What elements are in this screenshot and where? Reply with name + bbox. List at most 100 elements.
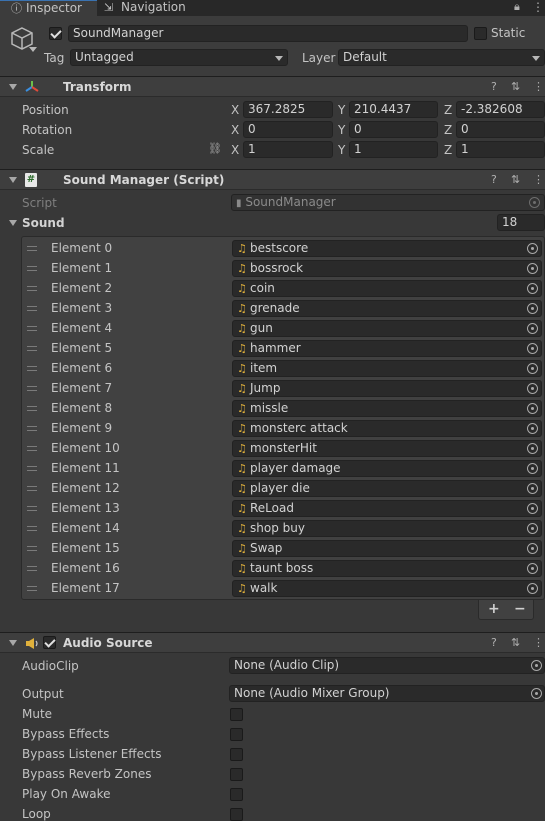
drag-handle-icon[interactable] [27, 346, 37, 351]
object-picker-icon[interactable] [527, 263, 538, 274]
menu-icon[interactable]: ⋮ [532, 0, 544, 14]
drag-handle-icon[interactable] [27, 406, 37, 411]
object-picker-icon[interactable] [527, 283, 538, 294]
audio-source-header[interactable]: Audio Source ? ⇅ ⋮ [0, 632, 545, 653]
foldout-arrow-icon[interactable] [9, 640, 17, 646]
audio-clip-field[interactable]: ♫ bossrock [232, 260, 542, 277]
object-picker-icon[interactable] [527, 363, 538, 374]
context-menu-icon[interactable]: ⋮ [533, 173, 544, 186]
presets-icon[interactable]: ⇅ [511, 636, 520, 649]
audioclip-field[interactable]: None (Audio Clip) [229, 657, 545, 674]
drag-handle-icon[interactable] [27, 246, 37, 251]
drag-handle-icon[interactable] [27, 486, 37, 491]
audio-clip-field[interactable]: ♫ missle [232, 400, 542, 417]
foldout-arrow-icon[interactable] [9, 84, 17, 90]
object-picker-icon[interactable] [527, 243, 538, 254]
rotation-x-field[interactable]: 0 [243, 121, 333, 138]
audio-clip-field[interactable]: ♫ shop buy [232, 520, 542, 537]
loop-checkbox[interactable] [230, 808, 243, 821]
presets-icon[interactable]: ⇅ [511, 80, 520, 93]
audio-clip-field[interactable]: ♫ Swap [232, 540, 542, 557]
drag-handle-icon[interactable] [27, 426, 37, 431]
audio-clip-field[interactable]: ♫ gun [232, 320, 542, 337]
tag-dropdown[interactable]: Untagged [70, 49, 288, 66]
audio-clip-field[interactable]: ♫ monsterc attack [232, 420, 542, 437]
drag-handle-icon[interactable] [27, 286, 37, 291]
object-picker-icon[interactable] [527, 463, 538, 474]
drag-handle-icon[interactable] [27, 506, 37, 511]
scale-y-field[interactable]: 1 [349, 141, 438, 158]
bypass-reverb-zones-checkbox[interactable] [230, 768, 243, 781]
drag-handle-icon[interactable] [27, 306, 37, 311]
add-element-button[interactable]: + [488, 601, 500, 617]
drag-handle-icon[interactable] [27, 466, 37, 471]
object-picker-icon[interactable] [527, 403, 538, 414]
audio-clip-field[interactable]: ♫ ReLoad [232, 500, 542, 517]
sound-manager-header[interactable]: # Sound Manager (Script) ? ⇅ ⋮ [0, 169, 545, 190]
scale-x-field[interactable]: 1 [243, 141, 333, 158]
object-picker-icon[interactable] [527, 443, 538, 454]
presets-icon[interactable]: ⇅ [511, 173, 520, 186]
object-picker-icon[interactable] [531, 688, 542, 699]
tab-navigation[interactable]: ⇲ Navigation [100, 0, 210, 16]
audio-clip-field[interactable]: ♫ player damage [232, 460, 542, 477]
object-picker-icon[interactable] [527, 563, 538, 574]
audio-clip-field[interactable]: ♫ Jump [232, 380, 542, 397]
object-picker-icon[interactable] [527, 543, 538, 554]
audio-clip-field[interactable]: ♫ hammer [232, 340, 542, 357]
link-icon[interactable]: ⛓︎ [208, 142, 222, 155]
object-picker-icon[interactable] [527, 523, 538, 534]
audio-clip-field[interactable]: ♫ coin [232, 280, 542, 297]
object-picker-icon[interactable] [527, 423, 538, 434]
drag-handle-icon[interactable] [27, 326, 37, 331]
sound-foldout-arrow-icon[interactable] [9, 220, 17, 226]
drag-handle-icon[interactable] [27, 266, 37, 271]
drag-handle-icon[interactable] [27, 446, 37, 451]
audio-clip-field[interactable]: ♫ player die [232, 480, 542, 497]
position-x-field[interactable]: 367.2825 [243, 101, 333, 118]
drag-handle-icon[interactable] [27, 366, 37, 371]
bypass-listener-effects-checkbox[interactable] [230, 748, 243, 761]
lock-icon[interactable]: 🔒︎ [514, 0, 520, 14]
audio-clip-field[interactable]: ♫ monsterHit [232, 440, 542, 457]
object-picker-icon[interactable] [527, 343, 538, 354]
object-picker-icon[interactable] [531, 660, 542, 671]
audio-source-enabled-checkbox[interactable] [43, 636, 56, 649]
foldout-arrow-icon[interactable] [9, 177, 17, 183]
active-checkbox[interactable] [49, 27, 62, 40]
drag-handle-icon[interactable] [27, 546, 37, 551]
audio-clip-field[interactable]: ♫ taunt boss [232, 560, 542, 577]
context-menu-icon[interactable]: ⋮ [533, 80, 544, 93]
object-picker-icon[interactable] [527, 383, 538, 394]
rotation-z-field[interactable]: 0 [456, 121, 545, 138]
context-menu-icon[interactable]: ⋮ [533, 636, 544, 649]
drag-handle-icon[interactable] [27, 586, 37, 591]
remove-element-button[interactable]: − [514, 601, 526, 617]
output-field[interactable]: None (Audio Mixer Group) [229, 685, 545, 702]
tab-inspector[interactable]: ⓘ Inspector [0, 0, 97, 16]
scale-z-field[interactable]: 1 [456, 141, 545, 158]
object-picker-icon[interactable] [527, 303, 538, 314]
mute-checkbox[interactable] [230, 708, 243, 721]
audio-clip-field[interactable]: ♫ bestscore [232, 240, 542, 257]
position-z-field[interactable]: -2.382608 [456, 101, 545, 118]
object-picker-icon[interactable] [527, 503, 538, 514]
drag-handle-icon[interactable] [27, 386, 37, 391]
object-picker-icon[interactable] [527, 483, 538, 494]
icon-dropdown-arrow[interactable] [29, 47, 37, 52]
help-icon[interactable]: ? [491, 80, 497, 93]
drag-handle-icon[interactable] [27, 526, 37, 531]
layer-dropdown[interactable]: Default [338, 49, 545, 66]
sound-size-field[interactable]: 18 [497, 214, 545, 231]
audio-clip-field[interactable]: ♫ walk [232, 580, 542, 597]
position-y-field[interactable]: 210.4437 [349, 101, 438, 118]
help-icon[interactable]: ? [491, 636, 497, 649]
audio-clip-field[interactable]: ♫ grenade [232, 300, 542, 317]
help-icon[interactable]: ? [491, 173, 497, 186]
transform-header[interactable]: Transform ? ⇅ ⋮ [0, 76, 545, 97]
rotation-y-field[interactable]: 0 [349, 121, 438, 138]
object-picker-icon[interactable] [527, 323, 538, 334]
static-checkbox[interactable] [474, 27, 487, 40]
audio-clip-field[interactable]: ♫ item [232, 360, 542, 377]
play-on-awake-checkbox[interactable] [230, 788, 243, 801]
